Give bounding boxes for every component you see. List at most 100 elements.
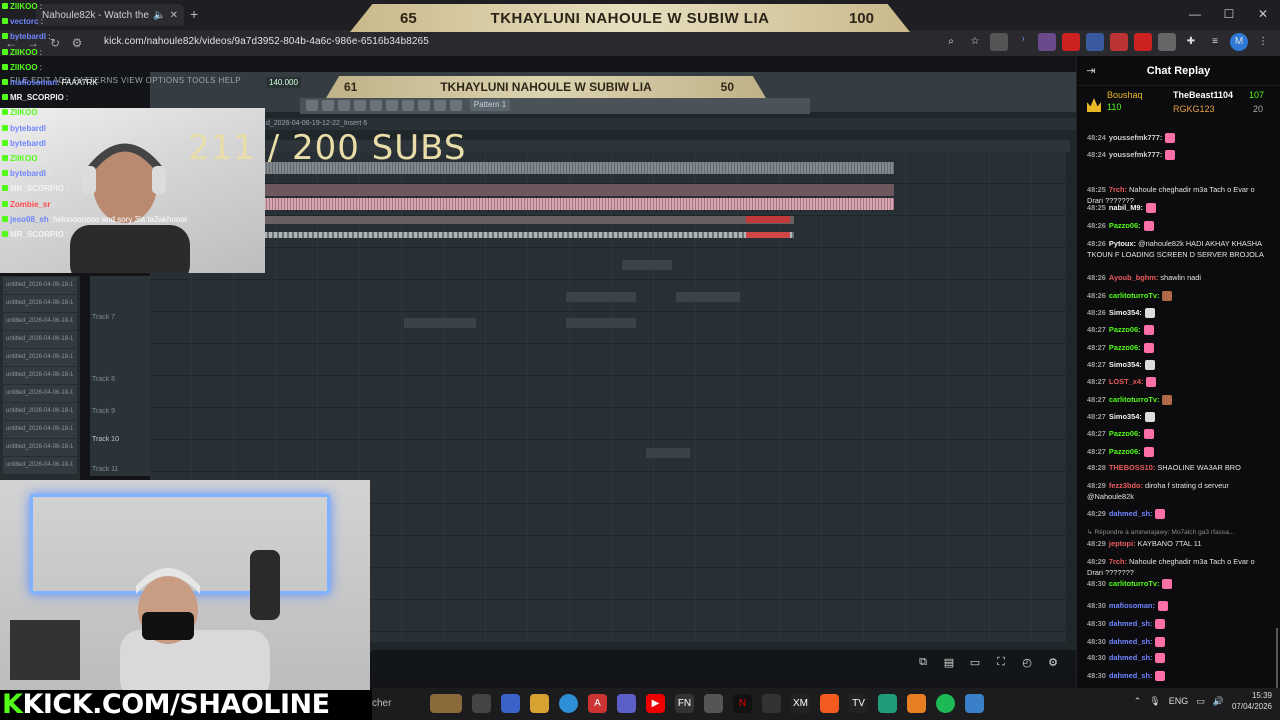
maximize-button[interactable]: ☐ — [1212, 0, 1246, 30]
audio-clip[interactable] — [264, 184, 894, 196]
browser-item[interactable]: untitled_2026-04-06-18-1 — [3, 331, 77, 348]
chat-message[interactable]: 48:29 7rch: Nahoule cheghadir m3a Tach o … — [1087, 556, 1267, 578]
chat-message[interactable]: 48:29 fezz3bdo: diroha f strating d serve… — [1087, 480, 1267, 502]
audio-clip[interactable] — [566, 318, 636, 328]
chat-message[interactable]: 48:30 dahmed_sh: — [1087, 670, 1267, 682]
track-label[interactable]: Track 7 — [92, 314, 115, 321]
chat-username[interactable]: Pytoux: — [1109, 239, 1136, 248]
tool-icon[interactable] — [418, 100, 430, 111]
chat-message[interactable]: 48:27 Simo354: — [1087, 411, 1267, 423]
extension-icon[interactable] — [1086, 33, 1104, 51]
tool-icon[interactable] — [450, 100, 462, 111]
taskbar-search[interactable]: cher — [372, 698, 391, 709]
tool-icon[interactable] — [434, 100, 446, 111]
xm-icon[interactable]: XM — [791, 694, 810, 713]
browser-item[interactable]: untitled_2026-04-06-18-1 — [3, 421, 77, 438]
steam-icon[interactable] — [762, 694, 781, 713]
chat-message[interactable]: 48:30 dahmed_sh: — [1087, 618, 1267, 630]
chat-username[interactable]: Pazzo06: — [1109, 221, 1141, 230]
chat-username[interactable]: carlitoturroTv: — [1109, 291, 1160, 300]
chat-message[interactable]: 48:27 Pazzo06: — [1087, 324, 1267, 336]
audio-clip[interactable] — [264, 216, 794, 224]
chat-username[interactable]: nabil_M9: — [1109, 203, 1143, 212]
tool-icon[interactable] — [322, 100, 334, 111]
chrome-icon[interactable] — [559, 694, 578, 713]
gifter-name[interactable]: RGKG123 — [1173, 104, 1215, 114]
pip-icon[interactable]: ⧉ — [916, 656, 930, 669]
chat-username[interactable]: carlitoturroTv: — [1109, 395, 1160, 404]
fullscreen-icon[interactable]: ⛶ — [994, 656, 1008, 669]
chat-message[interactable]: 48:26 Simo354: — [1087, 307, 1267, 319]
clip-icon[interactable]: ▤ — [942, 656, 956, 669]
chat-username[interactable]: Simo354: — [1109, 360, 1142, 369]
chat-username[interactable]: Pazzo06: — [1109, 343, 1141, 352]
audio-clip[interactable] — [264, 232, 794, 238]
tool-icon[interactable] — [402, 100, 414, 111]
chat-username[interactable]: jeptopi: — [1109, 539, 1136, 548]
close-window-button[interactable]: ✕ — [1246, 0, 1280, 30]
audio-clip[interactable] — [676, 292, 740, 302]
chat-username[interactable]: THEBOSS10: — [1109, 463, 1155, 472]
media-icon[interactable]: ≡ — [1206, 33, 1224, 51]
puzzle-icon[interactable]: ✚ — [1182, 33, 1200, 51]
menu-icon[interactable]: ⋮ — [1254, 33, 1272, 51]
extension-icon[interactable] — [1134, 33, 1152, 51]
chat-username[interactable]: youssefmk777: — [1109, 150, 1162, 159]
speed-icon[interactable]: ◴ — [1020, 656, 1034, 669]
audio-clip-selected[interactable] — [746, 216, 790, 223]
extension-icon[interactable] — [1062, 33, 1080, 51]
browser-item[interactable]: untitled_2026-04-06-18-1 — [3, 403, 77, 420]
profile-avatar[interactable]: M — [1230, 33, 1248, 51]
audio-clip[interactable] — [622, 260, 672, 270]
browser-item[interactable]: untitled_2026-04-06-18-1 — [3, 277, 77, 294]
gifter-name[interactable]: TheBeast1104 — [1173, 90, 1233, 100]
browser-item[interactable]: untitled_2026-04-06-18-1 — [3, 349, 77, 366]
folder-icon[interactable] — [530, 694, 549, 713]
chat-message[interactable]: 48:29 jeptopi: KAYBANO 7TAL 11 — [1087, 538, 1267, 549]
volume-icon[interactable]: 🔊 — [1213, 696, 1224, 707]
network-icon[interactable]: ▭ — [1196, 696, 1205, 707]
task-view-icon[interactable] — [472, 694, 491, 713]
chat-message[interactable]: 48:30 dahmed_sh: — [1087, 652, 1267, 664]
copilot-icon[interactable] — [501, 694, 520, 713]
chat-message[interactable]: 48:27 Pazzo06: — [1087, 428, 1267, 440]
extension-icon[interactable] — [1158, 33, 1176, 51]
chat-message[interactable]: 48:25 nabil_M9: — [1087, 202, 1267, 214]
chat-message[interactable]: 48:26 Pytoux: @nahoule82k HADI AKHAY KHAS… — [1087, 238, 1267, 260]
chat-message[interactable]: 48:27 Simo354: — [1087, 359, 1267, 371]
netflix-icon[interactable]: N — [733, 694, 752, 713]
tool-icon[interactable] — [338, 100, 350, 111]
chat-messages[interactable]: 48:24 youssefmk777: 48:24 youssefmk777: 48:2… — [1077, 132, 1280, 688]
brave-icon[interactable] — [820, 694, 839, 713]
chat-username[interactable]: Ayoub_bghm: — [1109, 273, 1158, 282]
youtube-icon[interactable]: ▶ — [646, 694, 665, 713]
audio-clip[interactable] — [404, 318, 476, 328]
chat-username[interactable]: fezz3bdo: — [1109, 481, 1143, 490]
settings-app-icon[interactable] — [704, 694, 723, 713]
browser-item[interactable]: untitled_2026-04-06-18-1 — [3, 295, 77, 312]
audio-clip-selected[interactable] — [746, 232, 790, 238]
chat-message[interactable]: 48:27 Pazzo06: — [1087, 446, 1267, 458]
chat-message[interactable]: 48:27 Pazzo06: — [1087, 342, 1267, 354]
chat-message[interactable]: 48:27 carlitoturroTv: — [1087, 394, 1267, 406]
browser-item[interactable]: untitled_2026-04-06-18-1 — [3, 457, 77, 474]
chat-username[interactable]: LOST_x4: — [1109, 377, 1144, 386]
star-icon[interactable]: ☆ — [966, 33, 984, 51]
chat-scrollbar[interactable] — [1276, 628, 1278, 688]
chat-username[interactable]: dahmed_sh: — [1109, 619, 1153, 628]
audio-clip[interactable] — [646, 448, 690, 458]
chat-message[interactable]: 48:30 mafiosoman: — [1087, 600, 1267, 612]
mic-icon[interactable]: 🎙 — [1149, 696, 1160, 707]
track-label[interactable]: Track 10 — [92, 436, 119, 443]
chat-username[interactable]: Pazzo06: — [1109, 325, 1141, 334]
chat-message[interactable]: 48:24 youssefmk777: — [1087, 149, 1267, 161]
chat-username[interactable]: youssefmk777: — [1109, 133, 1162, 142]
pattern-selector[interactable]: Pattern 1 — [470, 99, 510, 111]
teams-icon[interactable] — [617, 694, 636, 713]
track-label[interactable]: Track 9 — [92, 408, 115, 415]
extension-icon[interactable] — [990, 33, 1008, 51]
chat-username[interactable]: 7rch: — [1109, 557, 1127, 566]
zoom-icon[interactable]: ⌕ — [942, 33, 960, 51]
chat-message[interactable]: 48:26 Ayoub_bghm: shawlin nadi — [1087, 272, 1267, 283]
tool-icon[interactable] — [370, 100, 382, 111]
